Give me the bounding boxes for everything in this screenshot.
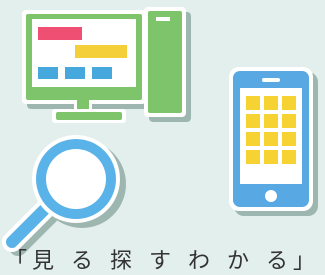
illustration [2,7,318,256]
caption-text: 「見 る 探 す わ か る」 [5,249,320,274]
desktop-computer-icon [22,7,191,123]
smartphone-icon [229,67,318,216]
magnifying-glass-icon [2,135,126,256]
